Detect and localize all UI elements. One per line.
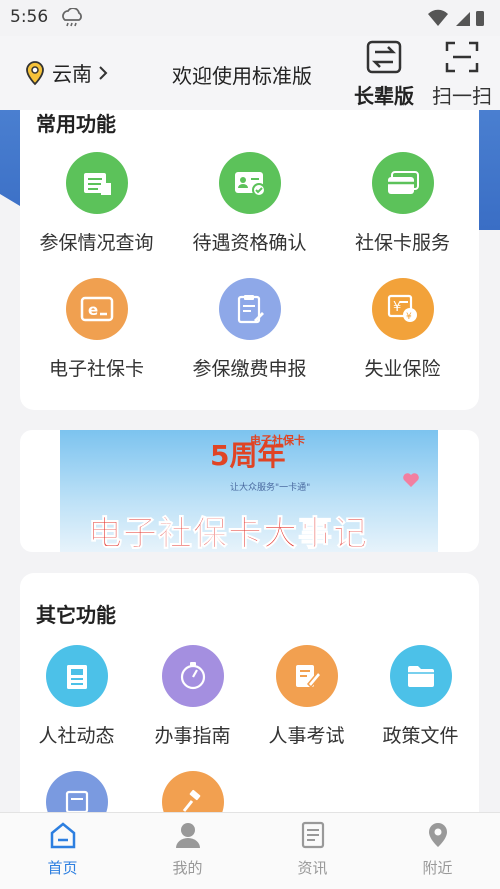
- status-time: 5:56: [10, 7, 49, 27]
- bottom-tab-bar: 首页 我的 资讯 附近: [0, 812, 500, 889]
- scan-icon: [445, 41, 479, 73]
- svg-text:¥: ¥: [406, 312, 412, 322]
- function-eligibility-confirm[interactable]: 待遇资格确认: [173, 152, 326, 255]
- user-icon: [175, 823, 200, 848]
- news-icon: [45, 645, 108, 707]
- function-policy-docs[interactable]: 政策文件: [344, 645, 497, 748]
- tab-news[interactable]: 资讯: [250, 821, 375, 878]
- banner-image: 电子社保卡 5周年 让大众服务"一卡通" 电子社保卡大事记: [60, 430, 438, 552]
- card-icon: [371, 152, 434, 214]
- heart-icon: [403, 473, 419, 487]
- elder-mode-button[interactable]: 长辈版: [348, 40, 420, 109]
- common-functions-card: 常用功能 参保情况查询 待遇资格确认 社保卡服务 e 电子社保卡 参保缴费申报 …: [20, 110, 479, 410]
- news-icon: [301, 821, 324, 849]
- function-insurance-query[interactable]: 参保情况查询: [20, 152, 173, 255]
- clipboard-edit-icon: [218, 278, 281, 340]
- elder-mode-label: 长辈版: [354, 84, 414, 108]
- banner-anniversary: 电子社保卡 5周年: [210, 434, 305, 472]
- other-functions-title: 其它功能: [36, 603, 116, 627]
- e-card-icon: e: [65, 278, 128, 340]
- location-selector[interactable]: 云南: [24, 58, 108, 87]
- compass-icon: [161, 645, 224, 707]
- id-card-check-icon: [218, 152, 281, 214]
- tab-home[interactable]: 首页: [0, 821, 125, 878]
- other-functions-card: 其它功能 人社动态 办事指南 人事考试 政策文件: [20, 573, 479, 833]
- document-list-icon: [65, 152, 128, 214]
- scan-label: 扫一扫: [432, 84, 492, 108]
- welcome-text: 欢迎使用标准版: [172, 64, 312, 88]
- function-e-card[interactable]: e 电子社保卡: [20, 278, 173, 381]
- home-icon: [50, 822, 75, 849]
- function-payment-declare[interactable]: 参保缴费申报: [173, 278, 326, 381]
- location-pin-icon: [26, 60, 44, 85]
- switch-icon: [366, 40, 402, 74]
- common-functions-title: 常用功能: [36, 112, 116, 136]
- tab-nearby[interactable]: 附近: [375, 821, 500, 878]
- scan-button[interactable]: 扫一扫: [426, 40, 498, 109]
- location-pin-icon: [428, 823, 447, 847]
- location-label: 云南: [52, 62, 92, 86]
- banner-subtitle: 让大众服务"一卡通": [230, 483, 311, 493]
- svg-text:e: e: [88, 301, 98, 319]
- banner-headline: 电子社保卡大事记: [88, 514, 368, 553]
- weather-icon: [62, 8, 82, 27]
- money-icon: ¥ ¥: [371, 278, 434, 340]
- edit-icon: [275, 645, 338, 707]
- tab-mine[interactable]: 我的: [125, 821, 250, 878]
- signal-battery-icon: [428, 9, 484, 27]
- function-card-service[interactable]: 社保卡服务: [326, 152, 479, 255]
- function-unemployment-insurance[interactable]: ¥ ¥ 失业保险: [326, 278, 479, 381]
- chevron-right-icon: [99, 65, 108, 80]
- promo-banner[interactable]: 电子社保卡 5周年 让大众服务"一卡通" 电子社保卡大事记: [20, 430, 479, 552]
- folder-icon: [389, 645, 452, 707]
- status-bar: 5:56: [0, 0, 500, 36]
